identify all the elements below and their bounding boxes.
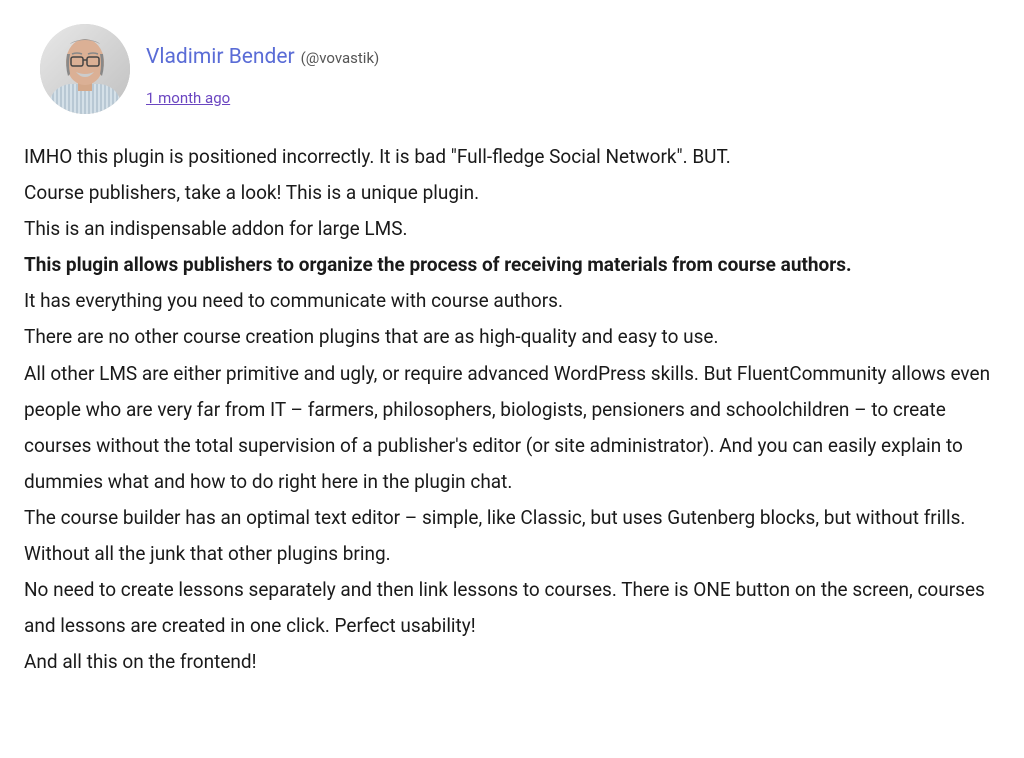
avatar[interactable] xyxy=(40,24,130,114)
author-line: Vladimir Bender (@vovastik) xyxy=(146,38,379,78)
comment-timestamp-link[interactable]: 1 month ago xyxy=(146,84,230,113)
comment-paragraph: There are no other course creation plugi… xyxy=(24,319,1000,355)
author-info: Vladimir Bender (@vovastik) 1 month ago xyxy=(146,24,379,115)
author-handle: (@vovastik) xyxy=(301,44,380,73)
comment-paragraph: This is an indispensable addon for large… xyxy=(24,211,1000,247)
comment-paragraph: And all this on the frontend! xyxy=(24,644,1000,680)
comment-body: IMHO this plugin is positioned incorrect… xyxy=(24,139,1000,680)
comment-paragraph: Course publishers, take a look! This is … xyxy=(24,175,1000,211)
comment-paragraph: It has everything you need to communicat… xyxy=(24,283,1000,319)
author-name-link[interactable]: Vladimir Bender xyxy=(146,38,295,78)
comment-header: Vladimir Bender (@vovastik) 1 month ago xyxy=(40,24,1000,115)
comment-paragraph-bold: This plugin allows publishers to organiz… xyxy=(24,247,1000,283)
comment-paragraph: All other LMS are either primitive and u… xyxy=(24,356,1000,500)
comment-paragraph: No need to create lessons separately and… xyxy=(24,572,1000,644)
comment-paragraph: IMHO this plugin is positioned incorrect… xyxy=(24,139,1000,175)
avatar-image-icon xyxy=(40,24,130,114)
comment-paragraph: The course builder has an optimal text e… xyxy=(24,500,1000,572)
